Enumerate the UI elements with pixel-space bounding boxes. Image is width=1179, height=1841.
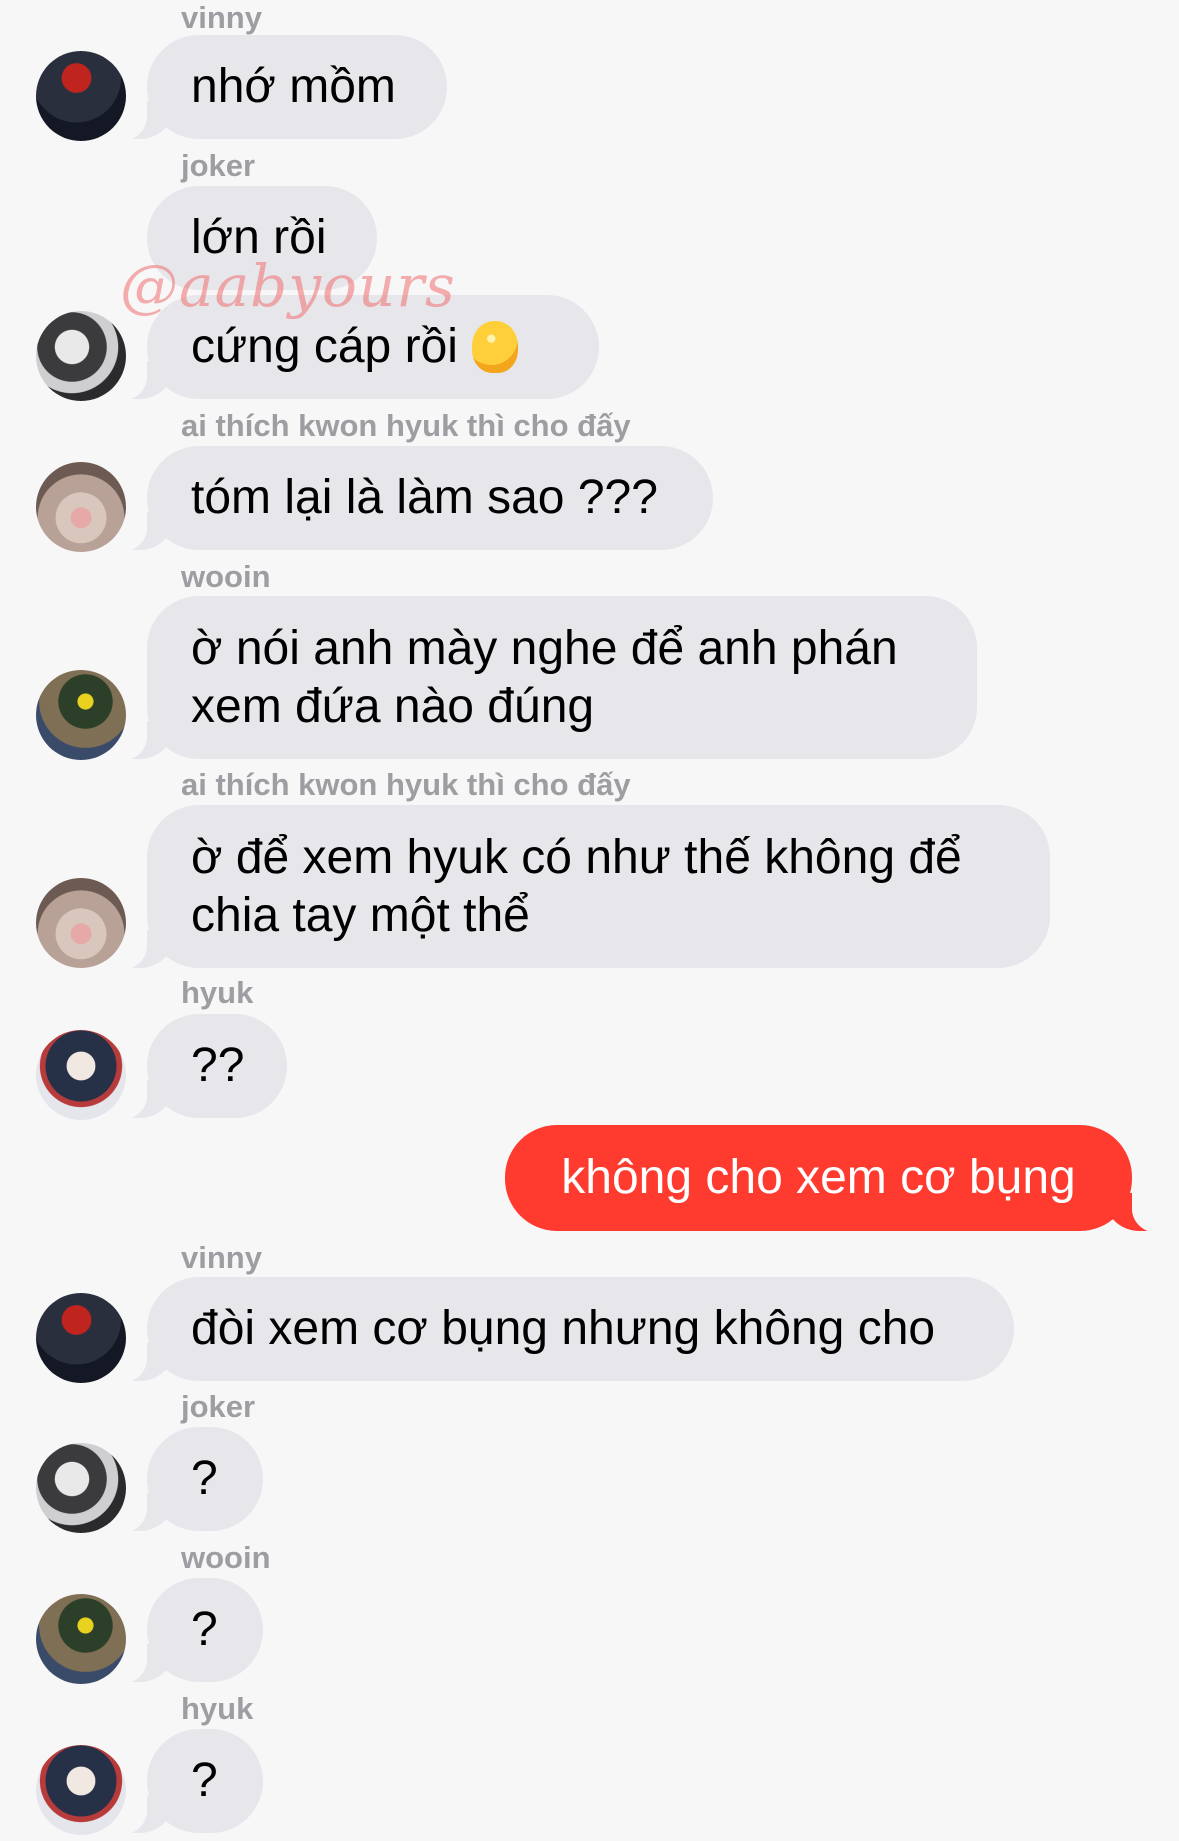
sender-name: vinny [181,1240,262,1275]
avatar[interactable] [36,1443,126,1533]
sender-name: ai thích kwon hyuk thì cho đấy [181,408,631,443]
message-bubble[interactable]: đòi xem cơ bụng nhưng không cho [103,1277,1014,1383]
sender-name: joker [181,1389,256,1424]
sender-name: wooin [181,1540,271,1575]
avatar[interactable] [36,1293,126,1383]
watermark: @aabyours [120,252,456,320]
ok-hand-icon [471,321,518,373]
sender-name: wooin [181,559,271,594]
message-text: cứng cáp rồi [191,320,458,373]
message-bubble[interactable]: ờ để xem hyuk có như thế không để chia t… [103,805,1050,970]
sender-name: ai thích kwon hyuk thì cho đấy [181,767,631,802]
message-bubble[interactable]: ? [103,1578,263,1684]
avatar[interactable] [36,1594,126,1684]
message-bubble[interactable]: ờ nói anh mày nghe để anh phán xem đứa n… [103,596,977,761]
avatar[interactable] [36,51,126,141]
sender-name: joker [181,148,256,183]
avatar[interactable] [36,670,126,760]
message-bubble[interactable]: nhớ mồm [103,35,447,141]
sender-name: vinny [181,0,262,35]
outgoing-message-bubble[interactable]: không cho xem cơ bụng [505,1125,1176,1233]
avatar[interactable] [36,1030,126,1120]
message-bubble[interactable]: ? [103,1729,263,1835]
message-bubble[interactable]: tóm lại là làm sao ??? [103,446,713,552]
avatar[interactable] [36,311,126,401]
sender-name: hyuk [181,975,254,1010]
sender-name: hyuk [181,1691,254,1726]
message-bubble[interactable]: ?? [103,1014,287,1120]
avatar[interactable] [36,1745,126,1835]
avatar[interactable] [36,462,126,552]
avatar[interactable] [36,878,126,968]
message-bubble[interactable]: ? [103,1427,263,1533]
